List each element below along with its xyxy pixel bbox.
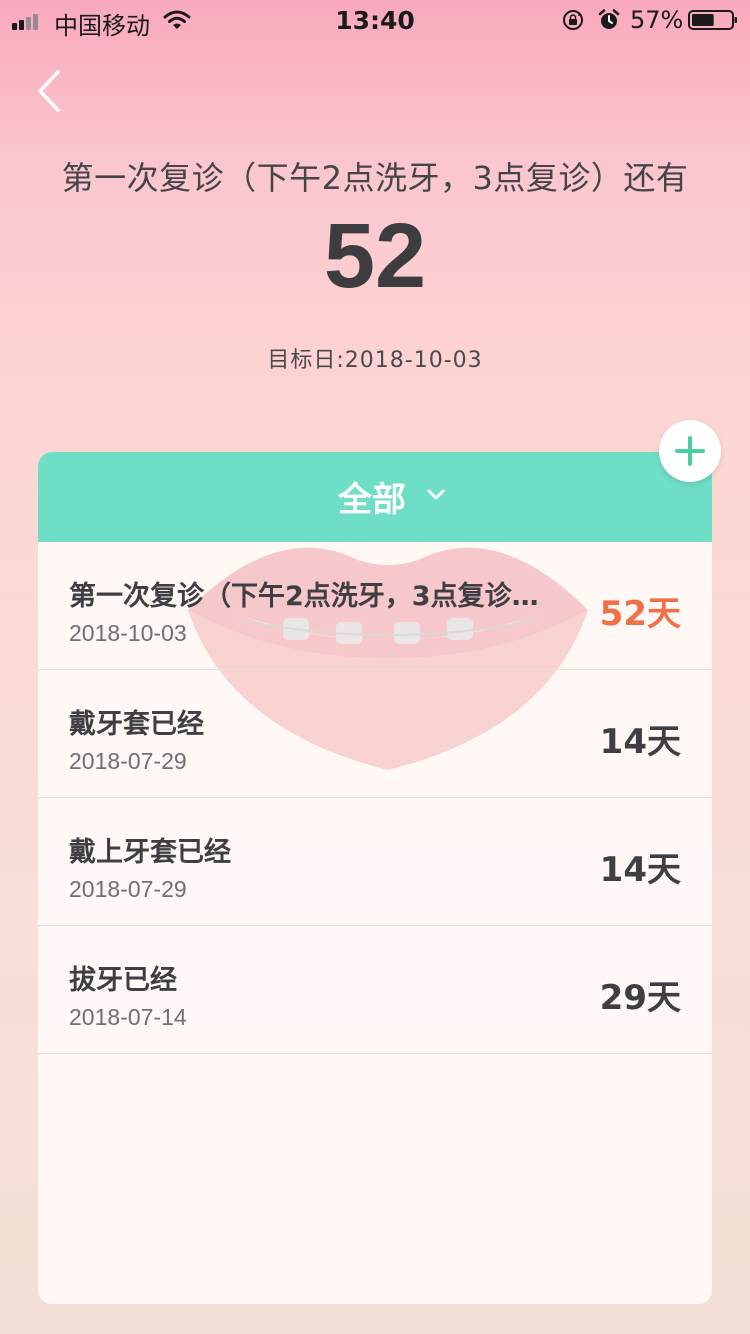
event-name: 第一次复诊（下午2点洗牙，3点复诊）还有 (69, 581, 549, 612)
event-list-card: 全部 第一次复诊（下午2点洗牙，3点复诊）还有 2018-10-03 52天 戴… (38, 452, 712, 1304)
countdown-days: 52 (323, 205, 427, 307)
list-item[interactable]: 戴上牙套已经 2018-07-29 14天 (38, 798, 712, 926)
battery-icon (688, 10, 737, 30)
event-date: 2018-07-29 (69, 748, 187, 774)
event-days: 14天 (599, 722, 681, 762)
event-name: 戴牙套已经 (69, 709, 204, 740)
countdown-title: 第一次复诊（下午2点洗牙，3点复诊）还有 (61, 159, 689, 197)
event-name: 戴上牙套已经 (69, 837, 231, 868)
rotation-lock-icon (563, 10, 583, 30)
event-name: 拔牙已经 (69, 965, 177, 996)
filter-label[interactable]: 全部 (338, 472, 406, 521)
alarm-icon (598, 9, 620, 29)
list-item[interactable]: 第一次复诊（下午2点洗牙，3点复诊）还有 2018-10-03 52天 (38, 542, 712, 670)
event-date: 2018-07-14 (69, 1004, 187, 1030)
event-date: 2018-10-03 (69, 620, 187, 646)
filter-header[interactable]: 全部 (38, 452, 712, 542)
chevron-down-icon[interactable] (426, 488, 446, 502)
event-days: 29天 (599, 978, 681, 1018)
event-date: 2018-07-29 (69, 876, 187, 902)
plus-icon (675, 436, 705, 466)
add-event-button[interactable] (659, 420, 721, 482)
event-list: 第一次复诊（下午2点洗牙，3点复诊）还有 2018-10-03 52天 戴牙套已… (38, 542, 712, 1054)
event-days: 14天 (599, 850, 681, 890)
list-item[interactable]: 戴牙套已经 2018-07-29 14天 (38, 670, 712, 798)
target-date: 目标日:2018-10-03 (267, 348, 483, 373)
list-item[interactable]: 拔牙已经 2018-07-14 29天 (38, 926, 712, 1054)
status-bar: 中国移动 13:40 57% (0, 0, 750, 40)
back-button[interactable] (30, 66, 74, 116)
event-days: 52天 (599, 594, 681, 634)
battery-percentage: 57% (630, 6, 684, 34)
